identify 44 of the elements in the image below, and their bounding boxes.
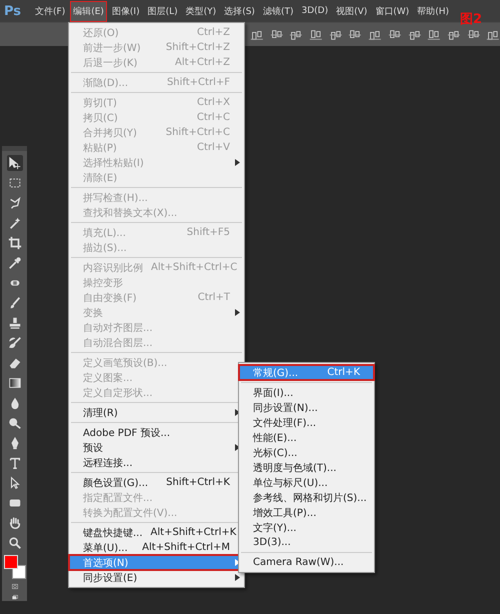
wand-icon[interactable]: [8, 216, 22, 230]
menu-title[interactable]: 滤镜(T): [260, 0, 296, 22]
hand-icon[interactable]: [8, 516, 22, 530]
app-logo: Ps: [4, 4, 22, 18]
menu-title[interactable]: 文件(F): [32, 0, 68, 22]
crop-icon[interactable]: [8, 236, 22, 250]
eyedropper-icon[interactable]: [8, 256, 22, 270]
move-icon[interactable]: [8, 156, 22, 170]
menu-item[interactable]: 界面(I)...: [239, 385, 374, 400]
search-icon[interactable]: [8, 536, 22, 550]
color-swatches[interactable]: [4, 555, 26, 579]
gradient-icon[interactable]: [8, 376, 22, 390]
menu-item[interactable]: 透明度与色域(T)...: [239, 460, 374, 475]
annotation-label: 图2: [460, 11, 482, 28]
menu-title[interactable]: 类型(Y): [182, 0, 220, 22]
stamp-icon[interactable]: [8, 316, 22, 330]
menu-title[interactable]: 图层(L): [144, 0, 181, 22]
submenu-arrow-icon: [235, 159, 240, 166]
history-brush-icon[interactable]: [8, 336, 22, 350]
menu-item[interactable]: 参考线、网格和切片(S)...: [239, 490, 374, 505]
menu-title[interactable]: 视图(V): [333, 0, 370, 22]
menu-title[interactable]: 编辑(E): [70, 0, 107, 22]
align-icon[interactable]: [427, 28, 441, 42]
menu-title[interactable]: 选择(S): [221, 0, 258, 22]
menu-item[interactable]: 文字(Y)...: [239, 520, 374, 535]
menu-title[interactable]: 3D(D): [298, 2, 332, 20]
menu-item[interactable]: 3D(3)...: [239, 535, 374, 550]
eraser-icon[interactable]: [8, 356, 22, 370]
marquee-icon[interactable]: [8, 176, 22, 190]
menu-title[interactable]: 窗口(W): [372, 0, 412, 22]
menu-item[interactable]: 光标(C)...: [239, 445, 374, 460]
align-icon[interactable]: [309, 28, 323, 42]
menu-item[interactable]: 同步设置(E): [69, 570, 244, 585]
submenu-arrow-icon: [235, 309, 240, 316]
menu-item[interactable]: 性能(E)...: [239, 430, 374, 445]
menu-item[interactable]: 增效工具(P)...: [239, 505, 374, 520]
submenu-arrow-icon: [235, 574, 240, 581]
type-icon[interactable]: [8, 456, 22, 470]
menu-title[interactable]: 帮助(H): [414, 0, 452, 22]
brush-icon[interactable]: [8, 296, 22, 310]
lasso-icon[interactable]: [8, 196, 22, 210]
menu-title[interactable]: 图像(I): [108, 0, 143, 22]
panel-header: [2, 146, 27, 151]
menu-item[interactable]: 单位与标尺(U)...: [239, 475, 374, 490]
